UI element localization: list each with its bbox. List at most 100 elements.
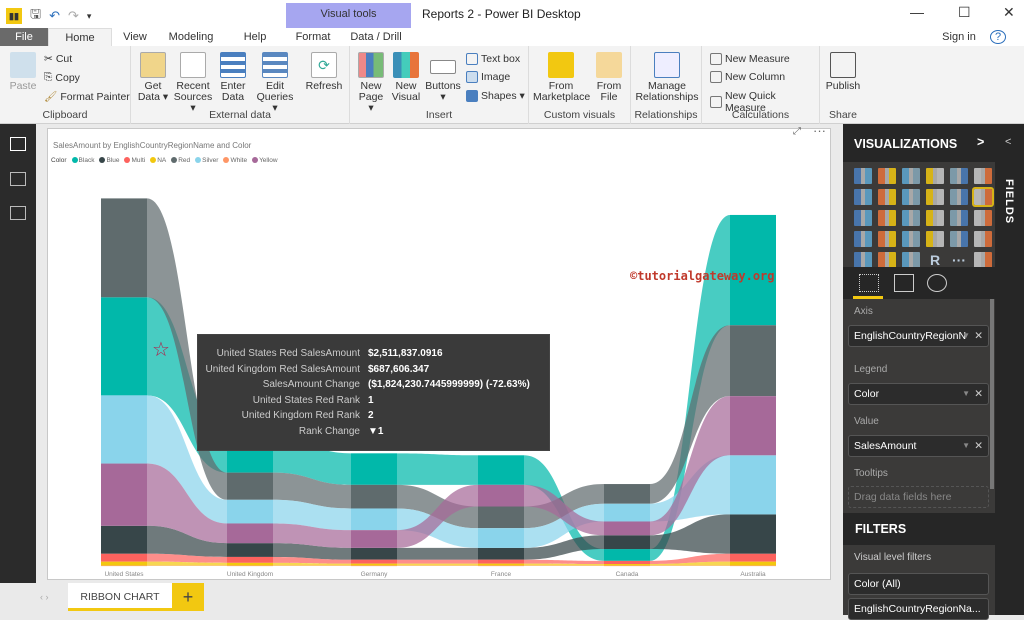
value-field-well[interactable]: SalesAmount▼✕ [848,435,989,457]
bar-segment-silver[interactable] [101,395,147,463]
bar-segment-yellow[interactable] [351,530,397,548]
maximize-button[interactable]: ☐ [958,4,971,21]
bar-segment-red[interactable] [478,507,524,529]
visual-type-icon[interactable] [878,231,896,247]
bar-segment-white[interactable] [351,566,397,567]
bar-segment-blue[interactable] [101,526,147,554]
bar-segment-white[interactable] [101,566,147,567]
publish-button[interactable]: Publish [824,52,862,92]
page-tab-ribbon-chart[interactable]: RIBBON CHART [68,583,172,611]
expand-fields-icon[interactable]: < [1005,136,1011,148]
bar-segment-yellow[interactable] [730,396,776,455]
bar-segment-silver[interactable] [227,500,273,524]
tooltips-drop-zone[interactable]: Drag data fields here [848,486,989,508]
bar-segment-red[interactable] [351,485,397,509]
bar-segment-yellow[interactable] [604,521,650,535]
new-page-button[interactable]: New Page ▾ [355,52,387,114]
visual-type-icon[interactable] [950,231,968,247]
customize-qat-icon[interactable]: ▾ [87,11,92,22]
visual-type-icon[interactable]: ··· [950,252,968,268]
report-view-icon[interactable] [10,137,26,151]
bar-segment-na[interactable] [101,562,147,566]
enter-data-button[interactable]: Enter Data [217,52,249,103]
bar-segment-silver[interactable] [478,528,524,548]
undo-icon[interactable]: ↶ [49,8,60,24]
new-visual-button[interactable]: New Visual [391,52,421,103]
bar-segment-white[interactable] [604,566,650,567]
bar-segment-na[interactable] [227,563,273,566]
tab-help[interactable]: Help [238,28,272,46]
bar-segment-na[interactable] [351,564,397,566]
bar-segment-black[interactable] [478,455,524,485]
visual-type-icon[interactable]: R [926,252,944,268]
bar-segment-red[interactable] [101,198,147,297]
visual-type-icon[interactable] [926,210,944,226]
image-button[interactable]: Image [466,71,510,83]
ribbon-chart-visual[interactable]: SalesAmount by EnglishCountryRegionName … [47,128,831,580]
visual-type-icon[interactable] [878,210,896,226]
help-icon[interactable]: ? [990,30,1006,44]
ribbon-na[interactable] [397,564,478,566]
visual-type-icon[interactable] [926,168,944,184]
tab-home[interactable]: Home [48,28,112,46]
buttons-button[interactable]: Buttons ▾ [424,52,462,103]
new-column-button[interactable]: New Column [710,71,785,83]
bar-segment-blue[interactable] [478,548,524,560]
get-data-button[interactable]: Get Data ▾ [137,52,169,103]
ribbon-black[interactable] [397,453,478,485]
filter-color[interactable]: Color (All) [848,573,989,595]
edit-queries-button[interactable]: Edit Queries ▾ [255,52,295,114]
ribbon-blue[interactable] [397,548,478,560]
save-icon[interactable]: 🖫 [30,5,41,27]
visual-type-icon[interactable] [902,168,920,184]
bar-segment-yellow[interactable] [101,464,147,526]
bar-segment-multi[interactable] [351,560,397,564]
data-view-icon[interactable] [10,172,26,186]
fields-pane-collapsed[interactable]: < FIELDS [995,124,1024,615]
paste-button[interactable]: Paste [8,52,38,92]
recent-sources-button[interactable]: Recent Sources ▾ [173,52,213,114]
bar-segment-multi[interactable] [730,554,776,562]
visual-type-icon[interactable] [854,231,872,247]
visual-type-icon[interactable] [974,189,992,205]
visual-type-icon[interactable] [854,252,872,268]
visual-type-icon[interactable] [974,252,992,268]
bar-segment-multi[interactable] [478,560,524,564]
axis-field-well[interactable]: EnglishCountryRegionN▼✕ [848,325,989,347]
tab-modeling[interactable]: Modeling [165,28,217,46]
bar-segment-red[interactable] [730,325,776,396]
bar-segment-blue[interactable] [604,535,650,549]
visual-type-icon[interactable] [926,189,944,205]
pane-scrollbar[interactable] [990,299,994,489]
bar-segment-white[interactable] [227,566,273,567]
ribbon-multi[interactable] [524,560,604,564]
tab-view[interactable]: View [118,28,152,46]
bar-segment-multi[interactable] [604,561,650,564]
add-page-button[interactable]: + [172,583,204,611]
bar-segment-blue[interactable] [730,514,776,553]
bar-segment-na[interactable] [730,562,776,566]
tab-file[interactable]: File [0,28,48,46]
visual-type-icon[interactable] [950,210,968,226]
visual-type-icon[interactable] [854,210,872,226]
bar-segment-black[interactable] [101,297,147,395]
bar-segment-white[interactable] [478,566,524,567]
minimize-button[interactable]: — [910,4,924,20]
visual-type-icon[interactable] [854,168,872,184]
analytics-magnifier-icon[interactable] [927,274,947,292]
collapse-viz-icon[interactable]: > [977,135,984,149]
visual-type-icon[interactable] [878,189,896,205]
visual-type-icon[interactable] [974,210,992,226]
visual-type-icon[interactable] [902,231,920,247]
bar-segment-multi[interactable] [227,557,273,563]
scroll-pages-icon[interactable]: ‹ › [40,592,49,602]
tab-data-drill[interactable]: Data / Drill [346,28,406,46]
remove-field-icon[interactable]: ✕ [974,436,983,456]
bar-segment-blue[interactable] [227,543,273,557]
visual-type-icon[interactable] [974,231,992,247]
visual-type-icon[interactable] [902,189,920,205]
bar-segment-silver[interactable] [730,455,776,514]
visual-type-icon[interactable] [950,168,968,184]
visual-type-icon[interactable] [974,168,992,184]
bar-segment-red[interactable] [227,473,273,500]
